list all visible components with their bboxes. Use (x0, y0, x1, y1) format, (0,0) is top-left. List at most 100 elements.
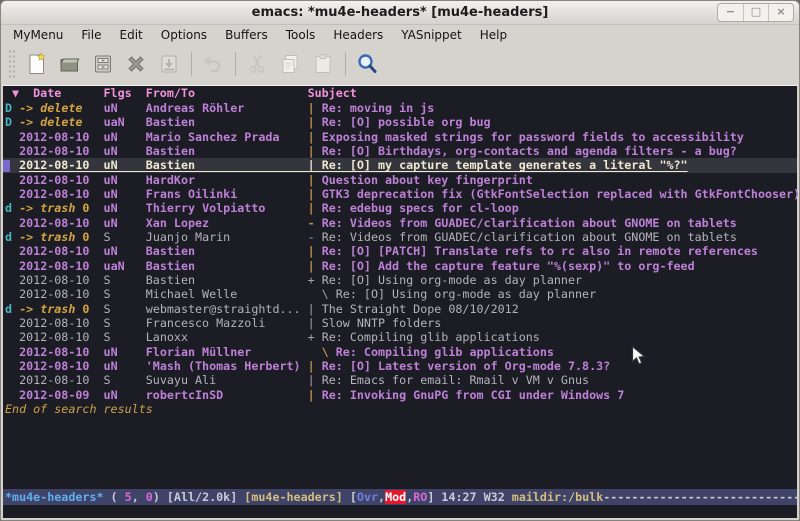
modeline-name: [mu4e-headers] (244, 490, 350, 504)
mark-action-cell: -> trash 0 (19, 230, 103, 244)
message-row[interactable]: 2012-08-10 S Lanoxx + Re: Compiling glib… (3, 330, 797, 344)
flags-cell: uN (104, 359, 146, 373)
message-row[interactable]: 2012-08-10 uN HardKor | Question about k… (3, 173, 797, 187)
modeline-num: 5 (125, 490, 132, 504)
modeline-mod: Mod (385, 490, 406, 504)
subject-cell: Slow NNTP folders (322, 316, 442, 330)
mark-char-cell: d (5, 230, 19, 244)
flags-cell: uN (104, 216, 146, 230)
row-body: 2012-08-10 uN Bastien | Re: [O] my captu… (19, 158, 688, 172)
from-cell: Bastien (146, 259, 308, 273)
message-row[interactable]: d -> trash 0 S Juanjo Marin - Re: Videos… (3, 230, 797, 244)
message-row[interactable]: 2012-08-10 uN Xan Lopez - Re: Videos fro… (3, 216, 797, 230)
modeline-ovr: Ovr (357, 490, 378, 504)
message-row[interactable]: 2012-08-10 uN Bastien | Re: [O] my captu… (3, 158, 797, 172)
flags-cell: uN (104, 130, 146, 144)
menu-file[interactable]: File (72, 28, 110, 42)
message-row[interactable]: 2012-08-10 uN Mario Sanchez Prada | Expo… (3, 130, 797, 144)
flags-cell: uN (104, 244, 146, 258)
message-row[interactable]: 2012-08-10 S Bastien + Re: [O] Using org… (3, 273, 797, 287)
message-row[interactable]: 2012-08-10 uN 'Mash (Thomas Herbert) | R… (3, 359, 797, 373)
message-row[interactable]: 2012-08-10 uN Frans Oilinki | GTK3 depre… (3, 187, 797, 201)
toolbar-grip-handle[interactable] (8, 49, 16, 79)
delete-button[interactable] (123, 51, 149, 77)
mark-char-cell (5, 273, 19, 287)
subject-cell: Re: Emacs for email: Rmail v VM v Gnus (322, 373, 589, 387)
from-cell: Michael Welle (146, 287, 308, 301)
undo-icon (201, 52, 225, 76)
thread-prefix: | (308, 316, 322, 330)
title-bar[interactable]: emacs: *mu4e-headers* [mu4e-headers] −□× (1, 1, 799, 25)
row-body: -> trash 0 S Juanjo Marin - Re: Videos f… (19, 230, 737, 244)
subject-cell: Question about key fingerprint (322, 173, 533, 187)
message-row[interactable]: D -> delete uaN Bastien | Re: [O] possib… (3, 115, 797, 129)
menu-help[interactable]: Help (471, 28, 516, 42)
paste-button (310, 51, 336, 77)
save-as-icon (157, 52, 181, 76)
minibuffer-echo-area[interactable] (3, 505, 797, 521)
menu-tools[interactable]: Tools (277, 28, 325, 42)
new-file-button[interactable] (24, 51, 50, 77)
date-cell: 2012-08-10 (19, 173, 103, 187)
search-button[interactable] (354, 51, 380, 77)
mark-char-cell (5, 130, 19, 144)
message-row[interactable]: d -> trash 0 uN Thierry Volpiatto | Re: … (3, 201, 797, 215)
message-row[interactable]: D -> delete uN Andreas Röhler | Re: movi… (3, 101, 797, 115)
save-button[interactable] (90, 51, 116, 77)
message-row[interactable]: 2012-08-10 S Suvayu Ali | Re: Emacs for … (3, 373, 797, 387)
toolbar (1, 44, 799, 84)
message-row[interactable]: d -> trash 0 S webmaster@straightd... | … (3, 302, 797, 316)
date-cell: 2012-08-10 (19, 273, 103, 287)
subject-cell: Re: [O] Birthdays, org-contacts and agen… (322, 144, 737, 158)
subject-cell: Re: moving in js (322, 101, 435, 115)
message-row[interactable]: 2012-08-10 S Francesco Mazzoli | Slow NN… (3, 316, 797, 330)
date-cell: 2012-08-10 (19, 216, 103, 230)
maximize-button[interactable]: □ (743, 4, 768, 21)
modeline-buf: *mu4e-headers* (5, 490, 104, 504)
menu-yasnippet[interactable]: YASnippet (392, 28, 471, 42)
flags-cell: S (104, 273, 146, 287)
minimize-button[interactable]: − (718, 4, 743, 21)
message-row[interactable]: 2012-08-10 uN Bastien | Re: [O] Birthday… (3, 144, 797, 158)
date-cell: 2012-08-10 (19, 158, 103, 172)
mode-line: *mu4e-headers* ( 5, 0) [All/2.0k] [mu4e-… (3, 489, 797, 505)
message-row[interactable]: 2012-08-09 uN robertcInSD | Re: Invoking… (3, 388, 797, 402)
mark-char-cell: d (5, 201, 19, 215)
flags-cell: S (104, 373, 146, 387)
message-row[interactable]: 2012-08-10 uN Bastien | Re: [O] [PATCH] … (3, 244, 797, 258)
menu-edit[interactable]: Edit (111, 28, 152, 42)
flags-cell: S (104, 287, 146, 301)
message-row[interactable]: 2012-08-10 uN Florian Müllner \ Re: Comp… (3, 345, 797, 359)
close-button[interactable]: × (768, 4, 793, 21)
modeline-dir: maildir:/bulk (512, 490, 603, 504)
mark-char-cell (5, 173, 19, 187)
from-cell: HardKor (146, 173, 308, 187)
message-row[interactable]: 2012-08-10 uaN Bastien | Re: [O] Add the… (3, 259, 797, 273)
row-body: 2012-08-10 uN Xan Lopez - Re: Videos fro… (19, 216, 737, 230)
from-cell: Suvayu Ali (146, 373, 308, 387)
open-folder-button[interactable] (57, 51, 83, 77)
menu-options[interactable]: Options (152, 28, 216, 42)
thread-prefix: | (308, 173, 322, 187)
message-row[interactable]: 2012-08-10 S Michael Welle \ Re: [O] Usi… (3, 287, 797, 301)
search-icon (355, 52, 379, 76)
from-cell: Lanoxx (146, 330, 308, 344)
date-cell: 2012-08-10 (19, 244, 103, 258)
thread-prefix: | (308, 244, 322, 258)
flags-cell: uaN (104, 259, 146, 273)
flags-cell: uaN (104, 115, 146, 129)
row-body: 2012-08-10 uN Mario Sanchez Prada | Expo… (19, 130, 744, 144)
menu-mymenu[interactable]: MyMenu (4, 28, 72, 42)
cut-button (244, 51, 270, 77)
subject-cell: Re: [O] Add the capture feature "%(sexp)… (322, 259, 695, 273)
thread-prefix: \ (308, 287, 336, 301)
menu-buffers[interactable]: Buffers (216, 28, 277, 42)
flags-cell: uN (104, 201, 146, 215)
menu-headers[interactable]: Headers (324, 28, 392, 42)
subject-cell: Re: Videos from GUADEC/clarification abo… (322, 216, 737, 230)
mark-char-cell (5, 316, 19, 330)
row-body: 2012-08-10 S Lanoxx + Re: Compiling glib… (19, 330, 540, 344)
subject-cell: Exposing masked strings for password fie… (322, 130, 744, 144)
modeline-pl: 14:27 W32 (441, 490, 511, 504)
row-body: 2012-08-10 uaN Bastien | Re: [O] Add the… (19, 259, 695, 273)
